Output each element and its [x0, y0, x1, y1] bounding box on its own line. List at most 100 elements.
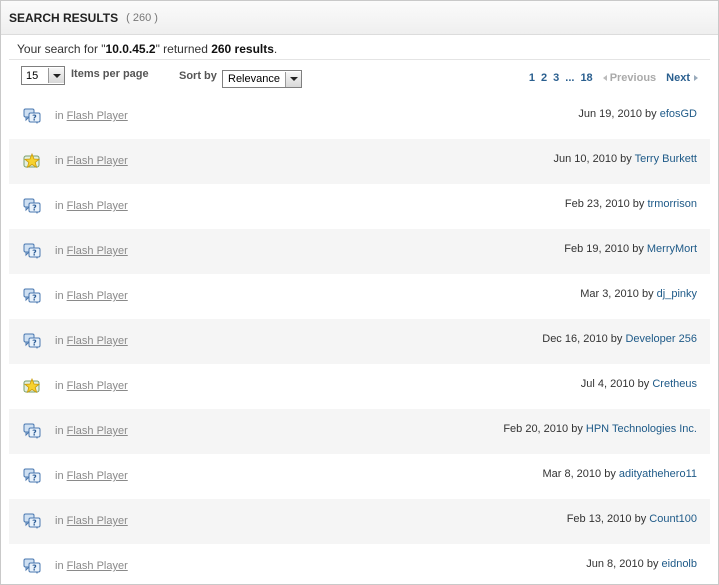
- by-label: by: [637, 378, 650, 390]
- chevron-down-icon[interactable]: [48, 68, 64, 83]
- question-icon: ?: [23, 108, 41, 124]
- result-date: Feb 19, 2010: [564, 243, 630, 255]
- svg-text:?: ?: [32, 429, 37, 438]
- result-place-link[interactable]: Flash Player: [67, 380, 128, 392]
- results-header: SEARCH RESULTS ( 260 ): [1, 1, 718, 35]
- result-place-link[interactable]: Flash Player: [67, 200, 128, 212]
- result-meta: Jun 10, 2010 by Terry Burkett: [553, 153, 697, 165]
- items-per-page-select[interactable]: 15: [21, 66, 65, 85]
- result-place-link[interactable]: Flash Player: [67, 560, 128, 572]
- result-place-link[interactable]: Flash Player: [67, 245, 128, 257]
- question-icon: ?: [23, 468, 41, 484]
- question-icon: ?: [23, 513, 41, 529]
- result-location: in Flash Player: [55, 335, 128, 347]
- result-place-link[interactable]: Flash Player: [67, 155, 128, 167]
- question-icon: ?: [23, 288, 41, 304]
- result-location: in Flash Player: [55, 515, 128, 527]
- result-location: in Flash Player: [55, 470, 128, 482]
- question-icon: ?: [23, 198, 41, 214]
- summary-prefix: Your search for ": [17, 42, 106, 56]
- results-controls: 15 Items per page Sort by Relevance 1 2 …: [9, 59, 710, 90]
- search-results-panel: SEARCH RESULTS ( 260 ) Your search for "…: [0, 0, 719, 585]
- result-place-link[interactable]: Flash Player: [67, 515, 128, 527]
- by-label: by: [604, 468, 616, 480]
- pagination: 1 2 3 ... 18 Previous Next: [529, 72, 698, 84]
- result-author-link[interactable]: eidnolb: [662, 558, 697, 570]
- result-author-link[interactable]: HPN Technologies Inc.: [586, 423, 697, 435]
- result-author-link[interactable]: efosGD: [660, 108, 697, 120]
- result-author-link[interactable]: Cretheus: [652, 378, 697, 390]
- result-author-link[interactable]: MerryMort: [647, 243, 697, 255]
- result-row: ? in Flash Player Feb 20, 2010 by HPN Te…: [9, 409, 710, 454]
- summary-count: 260 results: [211, 42, 274, 56]
- result-meta: Jul 4, 2010 by Cretheus: [581, 378, 697, 390]
- result-date: Jun 19, 2010: [578, 108, 642, 120]
- result-location: in Flash Player: [55, 380, 128, 392]
- next-button[interactable]: Next: [666, 72, 698, 84]
- by-label: by: [571, 423, 583, 435]
- result-author-link[interactable]: Developer 256: [625, 333, 697, 345]
- question-icon: ?: [23, 243, 41, 259]
- svg-text:?: ?: [32, 474, 37, 483]
- svg-text:?: ?: [32, 519, 37, 528]
- result-place-link[interactable]: Flash Player: [67, 470, 128, 482]
- result-meta: Jun 8, 2010 by eidnolb: [586, 558, 697, 570]
- result-meta: Feb 19, 2010 by MerryMort: [564, 243, 697, 255]
- in-label: in: [55, 155, 64, 167]
- result-author-link[interactable]: Terry Burkett: [635, 153, 697, 165]
- result-meta: Jun 19, 2010 by efosGD: [578, 108, 697, 120]
- items-per-page-label: Items per page: [71, 68, 149, 80]
- question-icon: ?: [23, 333, 41, 349]
- svg-text:?: ?: [32, 249, 37, 258]
- result-place-link[interactable]: Flash Player: [67, 110, 128, 122]
- page-link-last[interactable]: 18: [580, 72, 592, 84]
- in-label: in: [55, 245, 64, 257]
- result-author-link[interactable]: Count100: [649, 513, 697, 525]
- result-date: Dec 16, 2010: [542, 333, 608, 345]
- result-location: in Flash Player: [55, 155, 128, 167]
- svg-text:?: ?: [32, 564, 37, 573]
- chevron-down-icon[interactable]: [285, 71, 301, 87]
- result-row: ? in Flash Player Jun 19, 2010 by efosGD: [9, 94, 710, 139]
- chevron-left-icon: [602, 75, 607, 81]
- result-author-link[interactable]: adityathehero11: [619, 468, 697, 480]
- result-row: ? in Flash Player Mar 3, 2010 by dj_pink…: [9, 274, 710, 319]
- in-label: in: [55, 110, 64, 122]
- in-label: in: [55, 290, 64, 302]
- by-label: by: [620, 153, 632, 165]
- result-meta: Mar 8, 2010 by adityathehero11: [542, 468, 697, 480]
- page-link-1[interactable]: 1: [529, 72, 535, 84]
- result-location: in Flash Player: [55, 560, 128, 572]
- result-author-link[interactable]: trmorrison: [647, 198, 697, 210]
- result-date: Feb 13, 2010: [566, 513, 632, 525]
- page-link-3[interactable]: 3: [553, 72, 559, 84]
- chevron-right-icon: [694, 75, 698, 81]
- star-icon: [23, 377, 41, 394]
- in-label: in: [55, 380, 64, 392]
- result-date: Jun 8, 2010: [586, 558, 644, 570]
- result-meta: Mar 3, 2010 by dj_pinky: [580, 288, 697, 300]
- page-link-2[interactable]: 2: [541, 72, 547, 84]
- in-label: in: [55, 470, 64, 482]
- result-date: Jun 10, 2010: [553, 153, 618, 165]
- next-label: Next: [666, 72, 690, 84]
- result-date: Feb 20, 2010: [503, 423, 569, 435]
- pagination-ellipsis: ...: [565, 72, 575, 84]
- page-title: SEARCH RESULTS: [9, 10, 119, 25]
- result-meta: Feb 20, 2010 by HPN Technologies Inc.: [503, 423, 697, 435]
- result-row: in Flash Player Jul 4, 2010 by Cretheus: [9, 364, 710, 409]
- svg-text:?: ?: [32, 294, 37, 303]
- result-author-link[interactable]: dj_pinky: [657, 288, 697, 300]
- by-label: by: [634, 513, 647, 525]
- result-place-link[interactable]: Flash Player: [67, 335, 128, 347]
- result-place-link[interactable]: Flash Player: [67, 290, 128, 302]
- result-row: ? in Flash Player Mar 8, 2010 by adityat…: [9, 454, 710, 499]
- previous-button: Previous: [602, 72, 656, 84]
- result-place-link[interactable]: Flash Player: [67, 425, 128, 437]
- sort-by-select[interactable]: Relevance: [222, 70, 302, 88]
- svg-text:?: ?: [32, 204, 37, 213]
- result-row: ? in Flash Player Jun 8, 2010 by eidnolb: [9, 544, 710, 584]
- result-row: ? in Flash Player Dec 16, 2010 by Develo…: [9, 319, 710, 364]
- result-location: in Flash Player: [55, 200, 128, 212]
- by-label: by: [646, 558, 659, 570]
